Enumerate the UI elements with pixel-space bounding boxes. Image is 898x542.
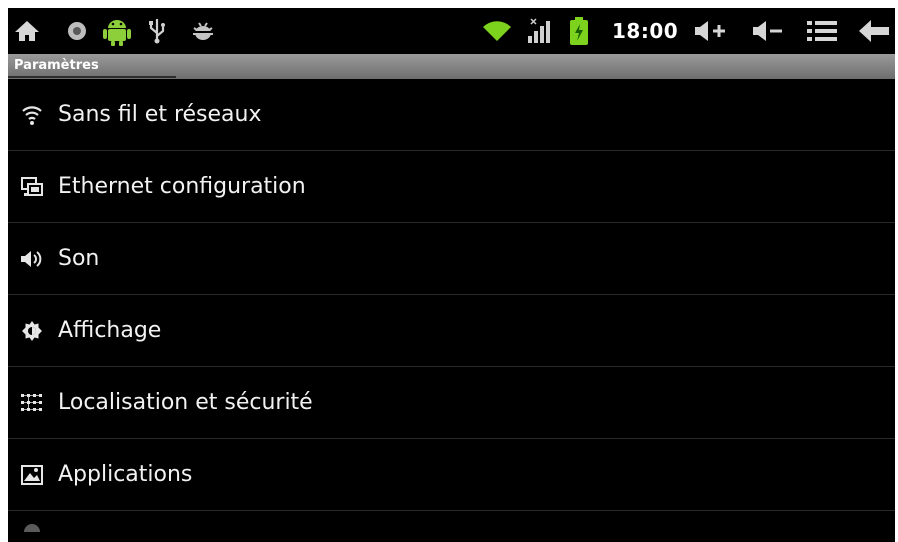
speaker-icon xyxy=(20,247,44,271)
settings-list: Sans fil et réseaux Ethernet configurati… xyxy=(8,79,895,533)
ethernet-icon xyxy=(20,175,44,199)
record-icon[interactable] xyxy=(64,17,90,45)
page-title: Paramètres xyxy=(14,58,99,73)
wifi-icon[interactable] xyxy=(482,17,512,45)
volume-down-icon[interactable] xyxy=(750,17,784,45)
settings-item-display[interactable]: Affichage xyxy=(8,295,895,367)
applications-icon xyxy=(20,463,44,487)
battery-charging-icon[interactable] xyxy=(568,17,590,45)
title-underline xyxy=(8,76,176,78)
settings-item-location-security[interactable]: Localisation et sécurité xyxy=(8,367,895,439)
settings-item-label: Ethernet configuration xyxy=(58,174,306,199)
wireless-icon xyxy=(20,103,44,127)
location-grid-icon xyxy=(20,391,44,415)
back-icon[interactable] xyxy=(857,17,891,45)
menu-icon[interactable] xyxy=(805,17,839,45)
settings-item-partial[interactable] xyxy=(8,509,895,533)
status-bar: 18:00 xyxy=(8,8,895,54)
title-bar: Paramètres xyxy=(8,54,895,79)
home-icon[interactable] xyxy=(12,17,42,45)
android-icon[interactable] xyxy=(100,17,134,46)
settings-item-label: Localisation et sécurité xyxy=(58,390,313,415)
settings-item-label: Affichage xyxy=(58,318,162,343)
volume-up-icon[interactable] xyxy=(692,17,728,45)
settings-item-applications[interactable]: Applications xyxy=(8,439,895,511)
brightness-icon xyxy=(20,319,44,343)
partial-item-icon xyxy=(20,509,44,533)
signal-icon[interactable] xyxy=(526,17,552,45)
settings-item-sound[interactable]: Son xyxy=(8,223,895,295)
bug-icon[interactable] xyxy=(190,17,216,45)
status-time: 18:00 xyxy=(612,19,679,43)
usb-icon[interactable] xyxy=(146,17,168,45)
settings-item-label: Sans fil et réseaux xyxy=(58,102,262,127)
settings-item-label: Applications xyxy=(58,462,193,487)
settings-item-wireless[interactable]: Sans fil et réseaux xyxy=(8,79,895,151)
device-screen: 18:00 Paramètres Sans fil et réseaux Eth… xyxy=(8,8,895,542)
settings-item-ethernet[interactable]: Ethernet configuration xyxy=(8,151,895,223)
settings-item-label: Son xyxy=(58,246,100,271)
